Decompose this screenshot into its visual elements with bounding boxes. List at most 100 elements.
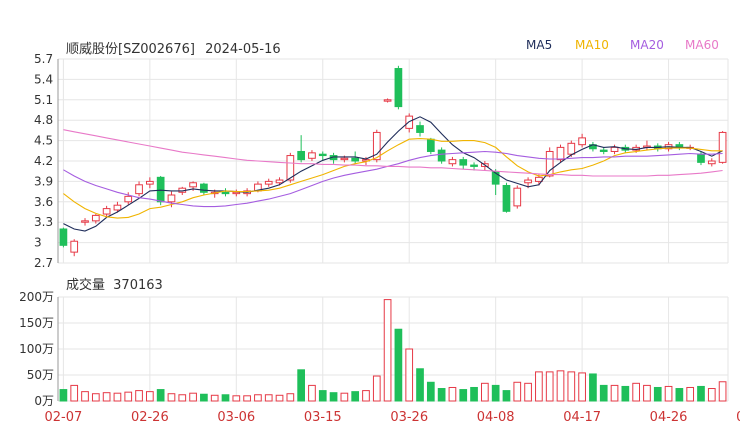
price-axis-tick: 5.1 <box>34 93 53 107</box>
price-axis-tick: 5.7 <box>34 52 53 66</box>
date-axis-tick: 05-10 <box>736 410 740 425</box>
volume-bar <box>383 299 392 402</box>
candle-body <box>351 157 360 162</box>
volume-bar <box>416 368 424 402</box>
volume-bar <box>146 391 154 402</box>
price-axis-tick: 5.4 <box>34 72 53 86</box>
volume-bar <box>653 386 662 402</box>
volume-bar <box>189 392 197 402</box>
volume-bar <box>491 384 500 402</box>
volume-axis-tick: 150万 <box>19 316 54 330</box>
volume-bar <box>545 371 554 402</box>
volume-bar <box>567 371 576 402</box>
volume-bar <box>643 384 651 402</box>
candle-body <box>200 183 208 193</box>
candle-body <box>610 146 619 152</box>
volume-bar <box>81 391 89 402</box>
price-axis-tick: 3.6 <box>34 195 53 209</box>
candle-body <box>81 220 89 223</box>
candle-body <box>146 180 154 185</box>
volume-bar <box>610 384 619 402</box>
candle-body <box>59 228 68 246</box>
volume-bar <box>513 381 522 402</box>
ma5-line <box>63 116 723 232</box>
volume-bar <box>535 371 543 402</box>
candle-body <box>340 157 349 161</box>
candle-body <box>426 138 435 152</box>
candle-body <box>383 99 392 102</box>
candle-body <box>459 159 468 166</box>
volume-bar <box>502 390 511 402</box>
volume-bar <box>675 388 684 402</box>
volume-bar <box>254 394 262 402</box>
volume-bar <box>286 393 295 402</box>
candle-body <box>102 208 111 215</box>
volume-bar <box>448 386 457 402</box>
candle-body <box>556 146 565 161</box>
date-axis-tick: 02-07 <box>45 410 83 425</box>
price-axis-tick: 4.8 <box>34 113 53 127</box>
candle-body <box>470 164 478 167</box>
date-axis-tick: 04-08 <box>477 410 515 425</box>
date-axis-tick: 03-06 <box>217 410 255 425</box>
volume-bar <box>124 391 133 402</box>
volume-bar <box>718 381 727 402</box>
candle-body <box>135 184 143 195</box>
volume-bar <box>664 385 673 402</box>
volume-bar <box>578 372 586 402</box>
volume-bar <box>351 391 360 402</box>
volume-bar <box>362 390 370 402</box>
volume-bar <box>394 328 403 402</box>
candle-body <box>416 125 424 133</box>
volume-axis-tick: 100万 <box>19 342 54 356</box>
volume-bar <box>91 393 100 402</box>
volume-bar <box>200 393 208 402</box>
volume-bar <box>556 370 565 402</box>
volume-bar <box>59 389 68 402</box>
price-axis-tick: 2.7 <box>34 256 53 270</box>
price-axis-tick: 3.9 <box>34 174 53 188</box>
volume-bar <box>707 388 716 402</box>
volume-bar <box>264 394 273 402</box>
volume-bar <box>340 392 349 402</box>
candle-body <box>167 194 176 203</box>
volume-bar <box>437 388 446 402</box>
volume-bar <box>156 389 165 402</box>
volume-bar <box>329 392 338 402</box>
volume-bar <box>426 381 435 402</box>
date-axis-tick: 03-15 <box>304 410 342 425</box>
volume-bar <box>178 394 187 402</box>
volume-bar <box>113 392 122 402</box>
date-axis-tick: 04-17 <box>563 410 601 425</box>
date-axis-tick: 02-26 <box>131 410 169 425</box>
candle-body <box>448 159 457 165</box>
volume-bar <box>135 390 143 402</box>
candle-body <box>275 179 284 184</box>
price-axis-tick: 4.5 <box>34 134 53 148</box>
candle-body <box>318 153 327 157</box>
volume-bar <box>221 394 230 402</box>
candle-body <box>502 184 511 212</box>
volume-bar <box>599 384 608 402</box>
volume-bar <box>459 389 468 402</box>
candle-body <box>524 179 532 184</box>
candle-body <box>394 68 403 108</box>
candle-body <box>264 180 273 185</box>
price-axis-tick: 3.3 <box>34 215 53 229</box>
volume-bar <box>621 385 630 402</box>
volume-bar <box>297 369 305 402</box>
volume-bar <box>210 394 219 402</box>
candle-body <box>718 131 727 163</box>
volume-bar <box>275 394 284 402</box>
candle-body <box>124 195 133 203</box>
volume-bar <box>405 348 414 402</box>
volume-bar <box>470 386 478 402</box>
volume-axis-tick: 200万 <box>19 290 54 304</box>
date-axis-tick: 03-26 <box>390 410 428 425</box>
candle-body <box>578 137 586 146</box>
candle-body <box>707 160 716 165</box>
candle-body <box>437 149 446 162</box>
volume-bar <box>308 384 316 402</box>
volume-bar <box>102 392 111 402</box>
candle-body <box>91 214 100 222</box>
